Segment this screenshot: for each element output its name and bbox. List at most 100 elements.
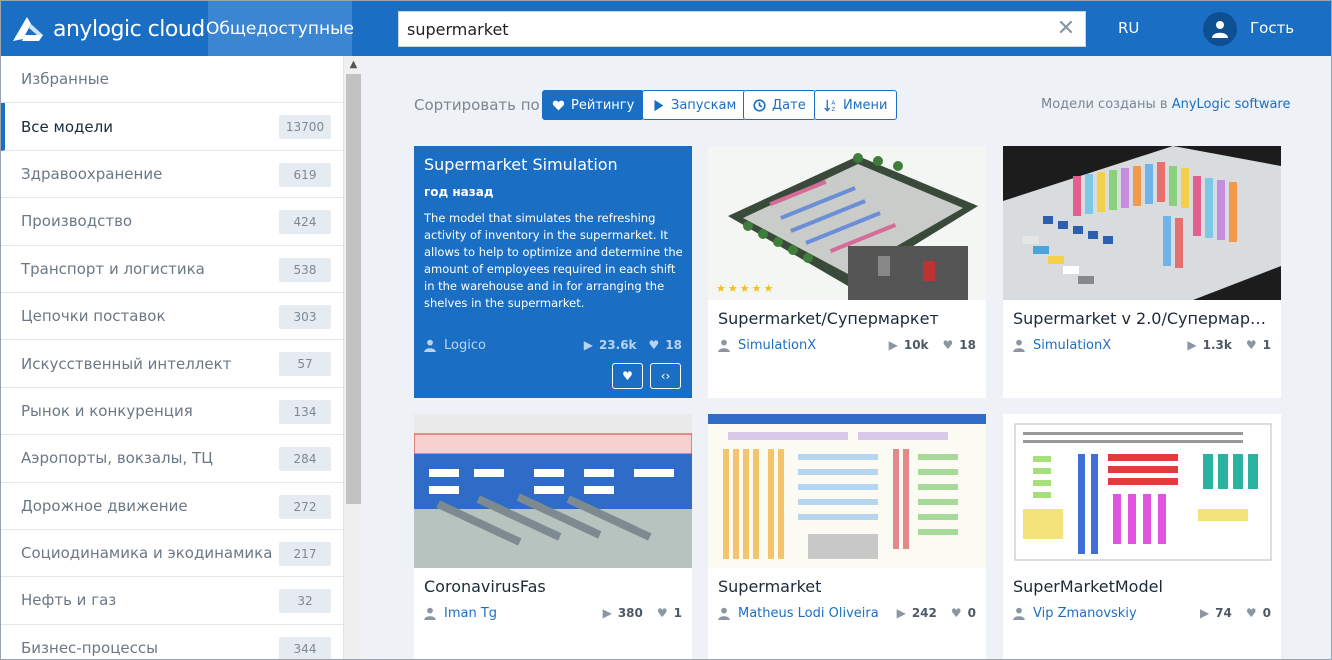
tab-public[interactable]: Общедоступные [206,1,354,56]
count-badge: 284 [279,447,331,472]
sort-button-label: Дате [772,97,806,113]
favorite-button[interactable]: ♥ [612,363,643,389]
card-title[interactable]: Supermarket/Супермаркет [718,309,980,328]
sidebar-item-label: Рынок и конкуренция [21,401,193,420]
model-thumbnail[interactable] [414,414,692,568]
sidebar-item-label: Социодинамика и экодинамика [21,544,273,563]
language-switch[interactable]: RU [1118,19,1139,37]
count-badge: 217 [279,541,331,566]
sidebar-item-supply-chains[interactable]: Цепочки поставок 303 [1,293,343,341]
card-author[interactable]: Iman Tg [424,606,497,621]
runs-count: 380 [617,606,643,620]
author-name: SimulationX [738,338,817,353]
sidebar-item-oil-gas[interactable]: Нефть и газ 32 [1,577,343,625]
app-window: anylogic cloud Общедоступные ✕ RU Гость … [0,0,1332,660]
count-badge: 134 [279,399,331,424]
model-thumbnail[interactable]: ★★★★★ [708,146,986,300]
model-card[interactable]: Supermarket v 2.0/Супермаркет v 2.0 Simu… [1003,146,1281,398]
count-badge: 619 [279,162,331,187]
scroll-thumb[interactable] [346,74,361,504]
card-title[interactable]: Supermarket [718,577,980,596]
sidebar-item-label: Транспорт и логистика [21,259,205,278]
sort-alpha-icon: AZ [824,99,835,112]
count-badge: 344 [279,636,331,659]
play-icon [654,99,664,111]
sidebar-item-label: Избранные [21,70,109,89]
card-author[interactable]: Vip Zmanovskiy [1013,606,1137,621]
sidebar-item-manufacturing[interactable]: Производство 424 [1,198,343,246]
logo-text: anylogic cloud [53,16,205,42]
model-thumbnail[interactable] [1003,414,1281,568]
runs-count: 74 [1215,606,1232,620]
scroll-up-arrow-icon[interactable]: ▲ [344,56,363,73]
sidebar-item-healthcare[interactable]: Здравоохранение 619 [1,151,343,199]
sidebar-item-traffic[interactable]: Дорожное движение 272 [1,483,343,530]
card-title[interactable]: Supermarket Simulation [424,155,618,174]
credits-text: Модели созданы в AnyLogic software [1041,97,1290,112]
avatar[interactable] [1203,12,1237,46]
sidebar-item-label: Производство [21,212,133,231]
search-input[interactable] [407,19,1037,39]
sidebar-item-transport[interactable]: Транспорт и логистика 538 [1,246,343,293]
sidebar-item-label: Аэропорты, вокзалы, ТЦ [21,449,213,468]
sidebar-item-all-models[interactable]: Все модели 13700 [1,103,343,151]
supermarket-v2-preview [1003,146,1281,300]
count-badge: 303 [279,304,331,329]
runs-count: 1.3k [1202,338,1232,352]
author-name: Iman Tg [444,606,498,621]
user-icon [1013,339,1025,352]
heart-icon: ♥ [942,338,954,352]
card-author[interactable]: SimulationX [1013,338,1111,353]
supermarket-3d-preview [708,146,986,300]
card-date: год назад [424,185,494,199]
model-card[interactable]: ★★★★★ Supermarket/Супермаркет Simulation… [708,146,986,398]
sidebar-item-label: Нефть и газ [21,591,117,610]
sort-by-name-button[interactable]: AZ Имени [814,90,898,120]
model-card[interactable]: CoronavirusFas Iman Tg ▶ 380 ♥ 1 [414,414,692,659]
card-description: The model that simulates the refreshing … [424,211,683,310]
top-bar: anylogic cloud Общедоступные ✕ RU Гость [1,1,1331,56]
sort-button-label: Рейтингу [571,97,635,113]
sidebar-item-ai[interactable]: Искусственный интеллект 57 [1,340,343,388]
logo[interactable]: anylogic cloud [9,13,205,45]
sort-by-rating-button[interactable]: Рейтингу [542,90,645,120]
card-author[interactable]: Logico [424,338,486,353]
anylogic-logo-icon [13,17,43,41]
sidebar-scrollbar[interactable]: ▲ [344,56,363,659]
runs-count: 242 [911,606,937,620]
sidebar-item-sociodynamics[interactable]: Социодинамика и экодинамика 217 [1,530,343,578]
sidebar-item-market[interactable]: Рынок и конкуренция 134 [1,388,343,436]
close-icon[interactable]: ✕ [1055,18,1077,40]
model-thumbnail[interactable] [1003,146,1281,300]
sidebar-item-airports[interactable]: Аэропорты, вокзалы, ТЦ 284 [1,435,343,483]
play-icon: ▶ [583,338,593,352]
supermarket-model-preview [1003,414,1281,568]
model-card[interactable]: Supermarket Simulation год назад The mod… [414,146,692,398]
card-title[interactable]: CoronavirusFas [424,577,686,596]
embed-button[interactable]: ‹› [650,363,681,389]
play-icon: ▶ [896,606,906,620]
sort-by-runs-button[interactable]: Запускам [642,90,747,120]
model-card[interactable]: SuperMarketModel Vip Zmanovskiy ▶ 74 ♥ 0 [1003,414,1281,659]
author-name: Matheus Lodi Oliveira [738,606,879,621]
play-icon: ▶ [888,338,898,352]
model-card[interactable]: Supermarket Matheus Lodi Oliveira ▶ 242 … [708,414,986,659]
anylogic-software-link[interactable]: AnyLogic software [1172,97,1291,112]
category-sidebar: Избранные Все модели 13700 Здравоохранен… [1,56,344,659]
sidebar-item-label: Бизнес-процессы [21,638,158,657]
count-badge: 272 [279,494,331,519]
user-name[interactable]: Гость [1250,19,1294,37]
sidebar-item-business-processes[interactable]: Бизнес-процессы 344 [1,625,343,659]
card-stats: ▶ 10k ♥ 18 [889,338,976,352]
card-author[interactable]: SimulationX [718,338,816,353]
sidebar-item-label: Цепочки поставок [21,307,166,326]
sort-button-label: Запускам [671,97,737,113]
sort-by-date-button[interactable]: Дате [743,90,816,120]
card-title[interactable]: Supermarket v 2.0/Супермаркет v 2.0 [1013,309,1275,328]
runs-count: 10k [903,338,929,352]
card-title[interactable]: SuperMarketModel [1013,577,1275,596]
card-author[interactable]: Matheus Lodi Oliveira [718,606,879,621]
sidebar-item-favorites[interactable]: Избранные [1,56,343,104]
model-thumbnail[interactable] [708,414,986,568]
count-badge: 424 [279,210,331,235]
